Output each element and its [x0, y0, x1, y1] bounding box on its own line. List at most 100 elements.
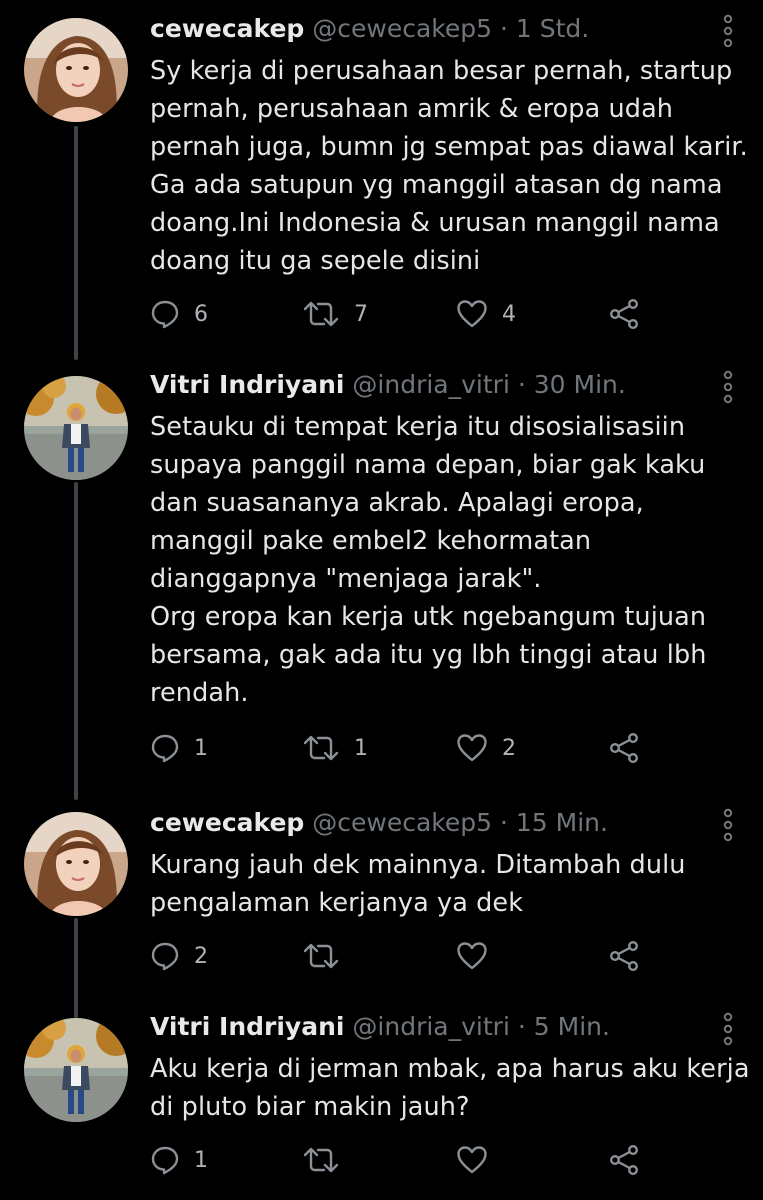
tweet-actions: 6 7 4 [150, 294, 650, 334]
text-line: pernah, perusahaan amrik & eropa udah [150, 94, 674, 124]
text-line: Ga ada satupun yg manggil atasan dg nama [150, 170, 723, 200]
avatar[interactable] [24, 812, 128, 916]
separator: · [517, 370, 526, 399]
heart-icon [457, 1146, 487, 1174]
reply-count: 2 [194, 943, 208, 969]
like-button[interactable]: 4 [456, 294, 516, 334]
avatar-woman-long-hair-icon [24, 812, 128, 916]
text-line: supaya panggil nama depan, biar gak kaku [150, 450, 706, 480]
text-line: di pluto biar makin jauh? [150, 1092, 470, 1122]
timestamp[interactable]: 15 Min. [516, 808, 608, 837]
reply-button[interactable]: 2 [150, 936, 208, 976]
like-button[interactable] [456, 1140, 502, 1180]
tweet-actions: 1 1 2 [150, 728, 650, 768]
like-button[interactable] [456, 936, 502, 976]
thread-line [74, 126, 78, 360]
text-line: Kurang jauh dek mainnya. Ditambah dulu [150, 850, 686, 880]
heart-icon [457, 300, 487, 328]
retweet-icon [303, 301, 339, 327]
like-count: 2 [502, 735, 516, 761]
more-options-icon[interactable] [721, 370, 735, 404]
tweet-text: Aku kerja di jerman mbak, apa harus aku … [150, 1050, 750, 1126]
share-icon [610, 1145, 639, 1176]
tweet-text: Sy kerja di perusahaan besar pernah, sta… [150, 52, 748, 280]
tweet-header: cewecakep @cewecakep5 · 1 Std. [150, 14, 733, 44]
text-line: Org eropa kan kerja utk ngebangum tujuan [150, 602, 707, 632]
timestamp[interactable]: 5 Min. [534, 1012, 610, 1041]
user-handle[interactable]: @cewecakep5 [312, 808, 492, 837]
reply-button[interactable]: 1 [150, 1140, 208, 1180]
more-options-icon[interactable] [721, 14, 735, 48]
share-button[interactable] [608, 728, 640, 768]
reply-button[interactable]: 6 [150, 294, 208, 334]
more-options-icon[interactable] [721, 1012, 735, 1046]
timestamp[interactable]: 30 Min. [534, 370, 626, 399]
avatar-woman-long-hair-icon [24, 18, 128, 122]
retweet-count: 7 [354, 301, 368, 327]
retweet-icon [303, 1147, 339, 1173]
text-line: dianggapnya "menjaga jarak". [150, 564, 542, 594]
separator: · [517, 1012, 526, 1041]
avatar-woman-hijab-park-icon [24, 376, 128, 480]
text-line: rendah. [150, 678, 249, 708]
text-line: Setauku di tempat kerja itu disosialisas… [150, 412, 686, 442]
like-button[interactable]: 2 [456, 728, 516, 768]
tweet-header: cewecakep @cewecakep5 · 15 Min. [150, 808, 733, 838]
tweet-header: Vitri Indriyani @indria_vitri · 5 Min. [150, 1012, 733, 1042]
text-line: doang.Ini Indonesia & urusan manggil nam… [150, 208, 720, 238]
text-line: doang itu ga sepele disini [150, 246, 481, 276]
retweet-button[interactable]: 1 [302, 728, 368, 768]
retweet-icon [303, 735, 339, 761]
tweet-actions: 1 [150, 1140, 650, 1180]
avatar-woman-hijab-park-icon [24, 1018, 128, 1122]
share-icon [610, 941, 639, 972]
avatar[interactable] [24, 376, 128, 480]
thread-line [74, 918, 78, 1018]
text-line: dan suasananya akrab. Apalagi eropa, [150, 488, 644, 518]
display-name[interactable]: Vitri Indriyani [150, 370, 344, 399]
tweet-text: Kurang jauh dek mainnya. Ditambah dulu p… [150, 846, 733, 922]
text-line: pernah juga, bumn jg sempat pas diawal k… [150, 132, 748, 162]
user-handle[interactable]: @indria_vitri [352, 1012, 509, 1041]
text-line: pengalaman kerjanya ya dek [150, 888, 524, 918]
display-name[interactable]: cewecakep [150, 808, 304, 837]
reply-count: 6 [194, 301, 208, 327]
display-name[interactable]: cewecakep [150, 14, 304, 43]
retweet-icon [303, 943, 339, 969]
tweet-header: Vitri Indriyani @indria_vitri · 30 Min. [150, 370, 733, 400]
share-icon [610, 299, 639, 330]
share-button[interactable] [608, 936, 640, 976]
text-line: Sy kerja di perusahaan besar pernah, sta… [150, 56, 733, 86]
text-line: bersama, gak ada itu yg lbh tinggi atau … [150, 640, 707, 670]
reply-count: 1 [194, 735, 208, 761]
tweet-text: Setauku di tempat kerja itu disosialisas… [150, 408, 733, 712]
heart-icon [457, 734, 487, 762]
timestamp[interactable]: 1 Std. [516, 14, 589, 43]
user-handle[interactable]: @indria_vitri [352, 370, 509, 399]
share-button[interactable] [608, 1140, 640, 1180]
more-options-icon[interactable] [721, 808, 735, 842]
retweet-button[interactable]: 7 [302, 294, 368, 334]
retweet-count: 1 [354, 735, 368, 761]
retweet-button[interactable] [302, 936, 354, 976]
reply-icon [151, 942, 179, 971]
tweet-actions: 2 [150, 936, 650, 976]
retweet-button[interactable] [302, 1140, 354, 1180]
separator: · [500, 808, 508, 837]
avatar[interactable] [24, 18, 128, 122]
text-line: manggil pake embel2 kehormatan [150, 526, 592, 556]
user-handle[interactable]: @cewecakep5 [312, 14, 492, 43]
reply-icon [151, 1146, 179, 1175]
avatar[interactable] [24, 1018, 128, 1122]
share-icon [610, 733, 639, 764]
share-button[interactable] [608, 294, 640, 334]
reply-button[interactable]: 1 [150, 728, 208, 768]
thread-line [74, 482, 78, 800]
display-name[interactable]: Vitri Indriyani [150, 1012, 344, 1041]
text-line: Aku kerja di jerman mbak, apa harus aku … [150, 1054, 750, 1084]
reply-icon [151, 300, 179, 329]
like-count: 4 [502, 301, 516, 327]
reply-icon [151, 734, 179, 763]
separator: · [500, 14, 508, 43]
reply-count: 1 [194, 1147, 208, 1173]
